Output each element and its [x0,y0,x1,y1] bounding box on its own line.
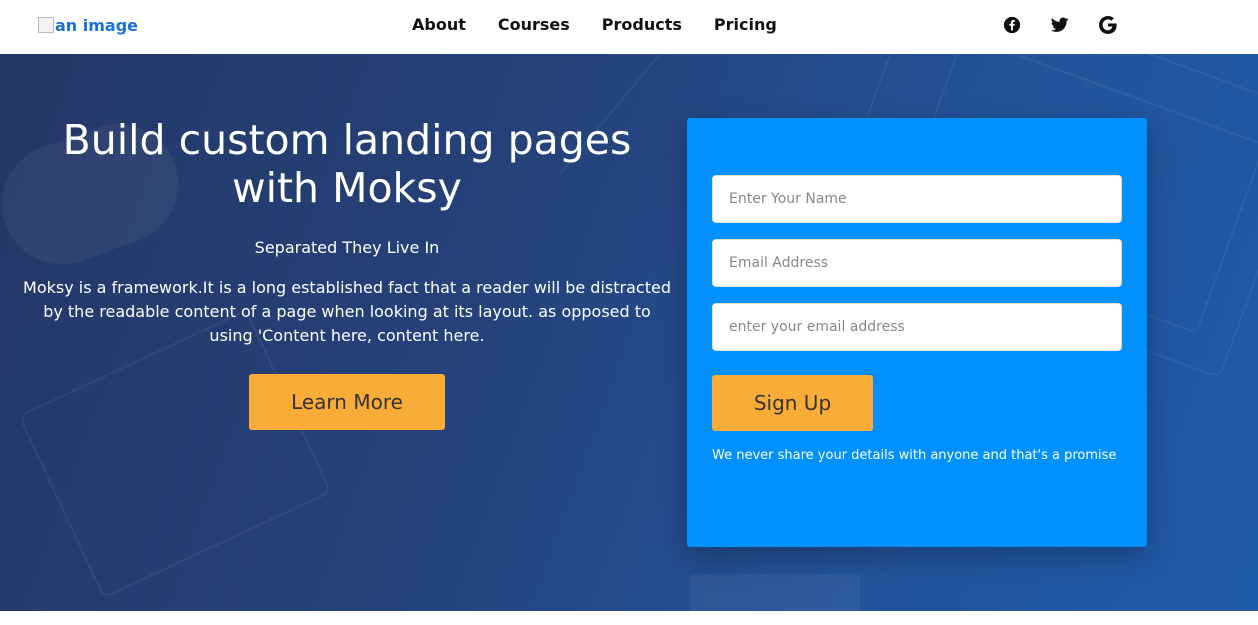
social-links [1002,15,1118,35]
google-icon[interactable] [1098,15,1118,35]
hero-content: Build custom landing pages with Moksy Se… [22,116,672,430]
nav-link-pricing[interactable]: Pricing [714,15,777,35]
nav-links: About Courses Products Pricing [412,15,777,35]
facebook-icon[interactable] [1002,15,1022,35]
learn-more-button[interactable]: Learn More [249,374,445,430]
twitter-icon[interactable] [1050,15,1070,35]
email-input[interactable] [712,239,1122,287]
nav-link-products[interactable]: Products [602,15,682,35]
name-input[interactable] [712,175,1122,223]
hero-subtitle: Separated They Live In [254,238,440,257]
broken-image-icon [38,17,54,33]
hero-description: Moksy is a framework.It is a long establ… [23,278,671,345]
email-confirm-input[interactable] [712,303,1122,351]
nav-link-about[interactable]: About [412,15,466,35]
nav-link-courses[interactable]: Courses [498,15,570,35]
signup-form: Sign Up We never share your details with… [687,118,1147,547]
hero-title: Build custom landing pages with Moksy [62,116,632,212]
logo[interactable]: an image [38,13,138,37]
hero-section: Build custom landing pages with Moksy Se… [0,54,1258,611]
logo-alt-text: an image [55,15,139,35]
navbar: an image About Courses Products Pricing [0,0,1258,54]
privacy-note: We never share your details with anyone … [712,448,1117,463]
sign-up-button[interactable]: Sign Up [712,375,873,431]
